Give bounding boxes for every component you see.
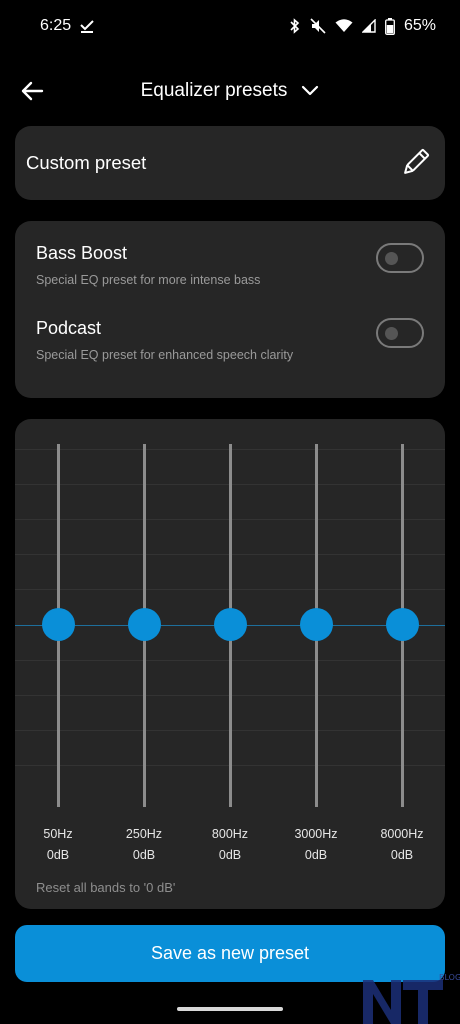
band-gain: 0dB bbox=[218, 848, 242, 862]
band-slider-thumb[interactable] bbox=[214, 608, 247, 641]
band-slider-thumb[interactable] bbox=[42, 608, 75, 641]
checkmark-download-icon bbox=[80, 20, 94, 33]
home-indicator[interactable] bbox=[177, 1007, 283, 1011]
nt-blog-watermark-logo: BLOG bbox=[363, 973, 460, 1024]
custom-preset-card[interactable]: Custom preset bbox=[15, 126, 445, 200]
reset-bands-link[interactable]: Reset all bands to '0 dB' bbox=[36, 880, 175, 895]
presets-card: Bass Boost Special EQ preset for more in… bbox=[15, 221, 445, 398]
status-time: 6:25 bbox=[40, 17, 72, 34]
preset-row-bass-boost: Bass Boost Special EQ preset for more in… bbox=[36, 243, 424, 303]
status-right: 65% bbox=[289, 17, 436, 35]
preset-selector[interactable]: Equalizer presets bbox=[141, 80, 320, 102]
band-slider-thumb[interactable] bbox=[386, 608, 419, 641]
mute-icon bbox=[310, 18, 326, 34]
band-frequency: 3000Hz bbox=[294, 827, 338, 841]
bass-boost-toggle[interactable] bbox=[376, 243, 424, 273]
band-slider-thumb[interactable] bbox=[128, 608, 161, 641]
toggle-knob bbox=[385, 327, 398, 340]
band-frequency: 800Hz bbox=[211, 827, 249, 841]
signal-icon bbox=[361, 19, 376, 33]
preset-title: Podcast bbox=[36, 318, 102, 338]
preset-title: Bass Boost bbox=[36, 243, 128, 263]
back-arrow-icon[interactable] bbox=[18, 77, 46, 105]
band-gain: 0dB bbox=[46, 848, 70, 862]
band-frequency: 50Hz bbox=[43, 827, 73, 841]
band-gain: 0dB bbox=[304, 848, 328, 862]
band-slider-thumb[interactable] bbox=[300, 608, 333, 641]
preset-row-podcast: Podcast Special EQ preset for enhanced s… bbox=[36, 318, 424, 378]
status-bar: 6:25 65% bbox=[0, 0, 460, 52]
podcast-toggle[interactable] bbox=[376, 318, 424, 348]
app-bar: Equalizer presets bbox=[0, 62, 460, 120]
preset-description: Special EQ preset for enhanced speech cl… bbox=[36, 348, 294, 362]
pencil-icon[interactable] bbox=[399, 147, 431, 179]
watermark-text: BLOG bbox=[439, 973, 460, 982]
band-frequency: 250Hz bbox=[125, 827, 163, 841]
band-frequency: 8000Hz bbox=[380, 827, 424, 841]
band-gain: 0dB bbox=[132, 848, 156, 862]
battery-percent: 65% bbox=[403, 17, 436, 34]
wifi-icon bbox=[335, 19, 353, 32]
chevron-down-icon bbox=[302, 85, 319, 96]
bluetooth-icon bbox=[290, 18, 300, 34]
toggle-knob bbox=[385, 252, 398, 265]
page-title: Equalizer presets bbox=[140, 80, 288, 101]
equalizer-card: 50Hz 0dB 250Hz 0dB 800Hz 0dB 3000Hz 0dB … bbox=[15, 419, 445, 909]
band-gain: 0dB bbox=[390, 848, 414, 862]
preset-description: Special EQ preset for more intense bass bbox=[36, 273, 261, 287]
battery-icon bbox=[385, 17, 395, 35]
custom-preset-label: Custom preset bbox=[26, 152, 147, 173]
status-left: 6:25 bbox=[40, 17, 95, 35]
